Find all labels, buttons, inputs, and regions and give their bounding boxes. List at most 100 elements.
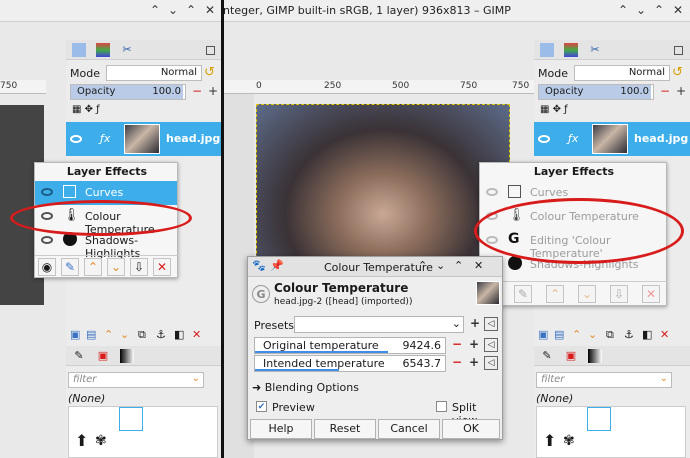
brush-grid[interactable]: ⬆ ✾ — [68, 406, 218, 458]
opacity-slider[interactable]: Opacity 100.0 — [538, 84, 654, 100]
new-layer-icon[interactable]: ▤ — [554, 328, 564, 341]
delete-layer-icon[interactable]: ✕ — [660, 328, 669, 341]
original-reset-icon[interactable]: ◁ — [484, 338, 498, 352]
original-minus-button[interactable]: − — [450, 338, 464, 352]
merge-effect-button[interactable]: ⇩ — [610, 285, 628, 303]
split-view-checkbox[interactable] — [436, 401, 447, 412]
layer-name[interactable]: head.jpg — [166, 132, 220, 145]
selected-brush[interactable] — [587, 407, 611, 431]
arrow-brush-icon[interactable]: ⬆ — [75, 431, 88, 450]
visibility-eye-icon[interactable] — [70, 135, 82, 143]
opacity-minus-button[interactable]: − — [190, 85, 204, 99]
blending-options-expander[interactable]: ➜ Blending Options — [252, 381, 359, 394]
merge-effect-button[interactable]: ⇩ — [130, 258, 148, 276]
lower-layer-icon[interactable]: ⌄ — [120, 328, 129, 341]
mode-reset-icon[interactable]: ↺ — [672, 65, 683, 80]
brush-tab-icon[interactable]: ✎ — [540, 349, 554, 363]
close-icon[interactable]: ✕ — [671, 3, 685, 17]
lock-icons[interactable]: ▦ ✥ ƒ — [540, 104, 568, 115]
chevron-down-icon[interactable]: ⌄ — [660, 373, 668, 384]
paths-tab-icon[interactable]: ✂ — [588, 43, 602, 57]
intended-minus-button[interactable]: − — [450, 356, 464, 370]
pin-icon[interactable]: 📌 — [270, 259, 284, 272]
selected-brush[interactable] — [119, 407, 143, 431]
effects-fx-icon[interactable]: ƒx — [568, 132, 578, 145]
visibility-eye-icon[interactable] — [538, 135, 550, 143]
brush-grid[interactable]: ⬆ ✾ — [536, 406, 686, 458]
layers-tab-icon[interactable] — [72, 43, 86, 57]
new-layer-group-icon[interactable]: ▣ — [538, 328, 548, 341]
dock-menu-icon[interactable] — [206, 46, 215, 55]
opacity-plus-button[interactable]: + — [674, 85, 688, 99]
maximize-icon[interactable]: ⌃ — [184, 3, 198, 17]
raise-layer-icon[interactable]: ⌃ — [104, 328, 113, 341]
mode-select[interactable]: Normal — [106, 65, 202, 81]
raise-layer-icon[interactable]: ⌃ — [572, 328, 581, 341]
raise-effect-button[interactable]: ⌃ — [546, 285, 564, 303]
original-plus-button[interactable]: + — [467, 338, 481, 352]
maximize-icon[interactable]: ⌃ — [454, 259, 463, 272]
visibility-eye-icon[interactable] — [41, 236, 53, 244]
gradient-tab-icon[interactable] — [120, 349, 134, 363]
arrow-brush-icon[interactable]: ⬆ — [543, 431, 556, 450]
duplicate-layer-icon[interactable]: ⧉ — [606, 328, 614, 342]
visibility-eye-icon[interactable] — [41, 188, 53, 196]
leaf-brush-icon[interactable]: ✾ — [95, 433, 107, 449]
channels-tab-icon[interactable] — [564, 43, 578, 57]
new-layer-icon[interactable]: ▤ — [86, 328, 96, 341]
leaf-brush-icon[interactable]: ✾ — [563, 433, 575, 449]
layer-row[interactable]: ƒx head.jpg — [66, 122, 221, 156]
pattern-tab-icon[interactable]: ▣ — [96, 349, 110, 363]
mode-reset-icon[interactable]: ↺ — [204, 65, 215, 80]
delete-effect-button[interactable]: ✕ — [153, 258, 171, 276]
edit-effect-button[interactable]: ✎ — [514, 285, 532, 303]
opacity-slider[interactable]: Opacity 100.0 — [70, 84, 186, 100]
toggle-visibility-button[interactable]: ◉ — [38, 258, 56, 276]
add-preset-button[interactable]: + — [468, 317, 482, 331]
minimize-icon[interactable]: ⌄ — [166, 3, 180, 17]
raise-effect-button[interactable]: ⌃ — [84, 258, 102, 276]
dock-menu-icon[interactable] — [674, 46, 683, 55]
close-icon[interactable]: ✕ — [203, 3, 217, 17]
intended-reset-icon[interactable]: ◁ — [484, 356, 498, 370]
paths-tab-icon[interactable]: ✂ — [120, 43, 134, 57]
chevron-down-icon[interactable]: ⌄ — [452, 317, 461, 330]
lock-icons[interactable]: ▦ ✥ ƒ — [72, 104, 100, 115]
visibility-eye-icon[interactable] — [486, 188, 498, 196]
original-temperature-slider[interactable]: Original temperature 9424.6 — [254, 337, 446, 354]
layers-tab-icon[interactable] — [540, 43, 554, 57]
delete-layer-icon[interactable]: ✕ — [192, 328, 201, 341]
keep-above-icon[interactable]: ⌃ — [418, 259, 427, 272]
minimize-icon[interactable]: ⌄ — [634, 3, 648, 17]
brush-tab-icon[interactable]: ✎ — [72, 349, 86, 363]
intended-plus-button[interactable]: + — [467, 356, 481, 370]
mask-layer-icon[interactable]: ◧ — [642, 328, 652, 341]
layer-row[interactable]: ƒx head.jpg — [534, 122, 690, 156]
opacity-minus-button[interactable]: − — [658, 85, 672, 99]
brush-filter-input[interactable]: filter ⌄ — [536, 372, 672, 388]
duplicate-layer-icon[interactable]: ⧉ — [138, 328, 146, 342]
channels-tab-icon[interactable] — [96, 43, 110, 57]
close-icon[interactable]: ✕ — [474, 259, 483, 272]
lower-effect-button[interactable]: ⌄ — [578, 285, 596, 303]
pattern-tab-icon[interactable]: ▣ — [564, 349, 578, 363]
presets-select[interactable]: ⌄ — [294, 316, 464, 333]
intended-temperature-slider[interactable]: Intended temperature 6543.7 — [254, 355, 446, 372]
new-layer-group-icon[interactable]: ▣ — [70, 328, 80, 341]
mask-layer-icon[interactable]: ◧ — [174, 328, 184, 341]
preview-checkbox[interactable]: ✔ — [256, 401, 267, 412]
minimize-icon[interactable]: ⌄ — [436, 259, 445, 272]
brush-filter-input[interactable]: filter ⌄ — [68, 372, 204, 388]
maximize-icon[interactable]: ⌃ — [652, 3, 666, 17]
effects-fx-icon[interactable]: ƒx — [100, 132, 110, 145]
reset-button[interactable]: Reset — [314, 419, 376, 439]
help-button[interactable]: Help — [250, 419, 312, 439]
lower-layer-icon[interactable]: ⌄ — [588, 328, 597, 341]
gradient-tab-icon[interactable] — [588, 349, 602, 363]
keep-above-icon[interactable]: ⌃ — [148, 3, 162, 17]
ok-button[interactable]: OK — [442, 419, 500, 439]
chevron-down-icon[interactable]: ⌄ — [192, 373, 200, 384]
keep-above-icon[interactable]: ⌃ — [616, 3, 630, 17]
layer-name[interactable]: head.jpg — [634, 132, 688, 145]
opacity-plus-button[interactable]: + — [206, 85, 220, 99]
